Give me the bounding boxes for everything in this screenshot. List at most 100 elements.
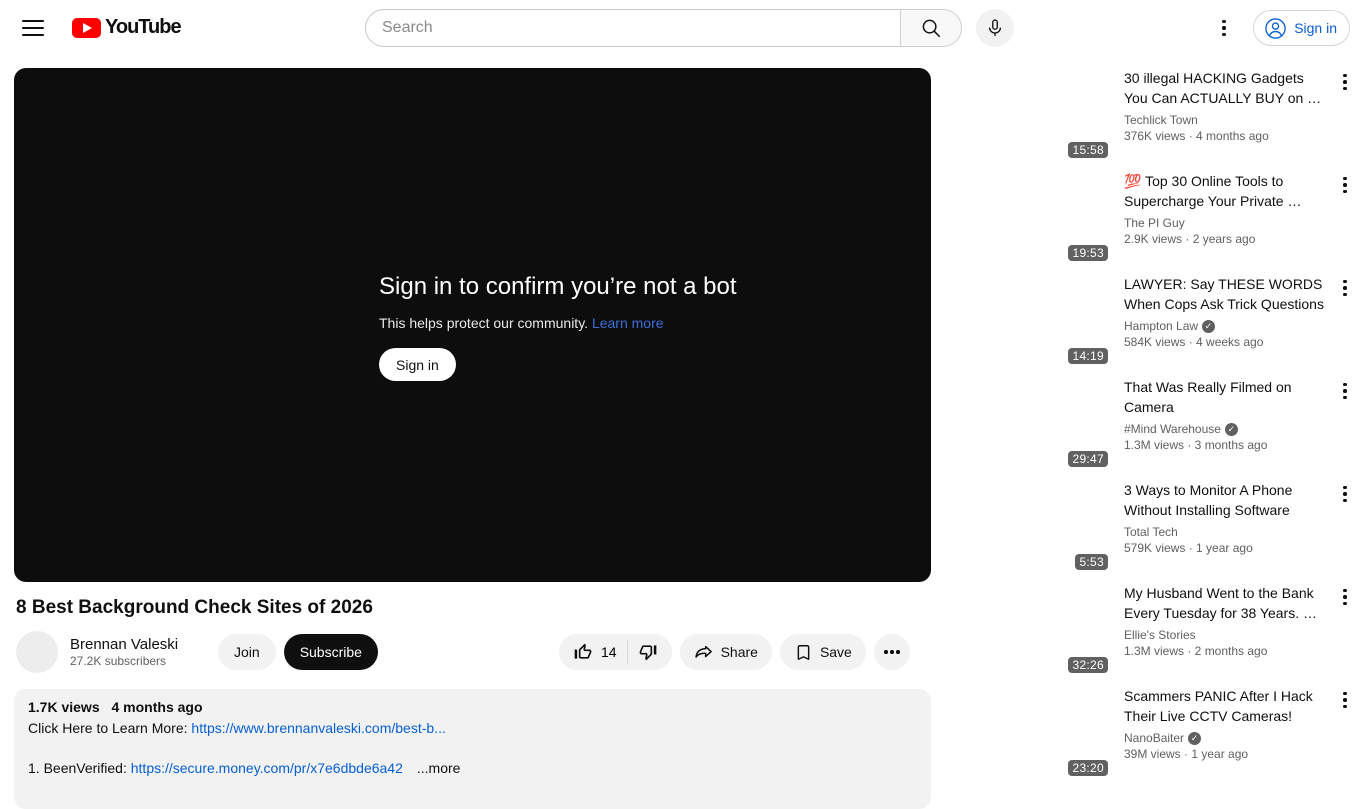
- thumbs-up-icon: [573, 642, 593, 662]
- youtube-logo[interactable]: YouTube: [72, 16, 182, 39]
- sidebar-video-channel: Ellie's Stories: [1124, 628, 1196, 642]
- sidebar-video-meta: 2.9K views · 2 years ago: [1124, 232, 1256, 246]
- person-icon: [1264, 17, 1287, 40]
- show-more-label[interactable]: ...more: [417, 760, 461, 776]
- sidebar-video-channel: NanoBaiter ✓: [1124, 731, 1330, 745]
- sidebar-video-channel: The PI Guy: [1124, 216, 1185, 230]
- sidebar-video-channel: Hampton Law ✓: [1124, 319, 1330, 333]
- description-line-1: Click Here to Learn More: https://www.br…: [28, 720, 446, 736]
- kebab-icon: [1343, 485, 1347, 503]
- duration-badge: 29:47: [1068, 451, 1108, 467]
- join-button[interactable]: Join: [218, 634, 276, 670]
- ellipsis-icon: [884, 650, 888, 654]
- kebab-icon: [1343, 176, 1347, 194]
- video-kebab-menu[interactable]: [1334, 689, 1356, 711]
- sidebar-video-title[interactable]: 30 illegal HACKING Gadgets You Can ACTUA…: [1124, 68, 1330, 108]
- save-button[interactable]: Save: [779, 634, 866, 670]
- video-thumbnail[interactable]: 19:53: [944, 171, 1112, 265]
- search-button[interactable]: [900, 9, 962, 47]
- video-thumbnail[interactable]: 23:20: [944, 686, 1112, 780]
- duration-badge: 14:19: [1068, 348, 1108, 364]
- channel-avatar[interactable]: [16, 631, 58, 673]
- verified-badge-icon: ✓: [1202, 319, 1216, 333]
- sidebar-video-meta: 1.3M views · 2 months ago: [1124, 644, 1268, 658]
- video-player[interactable]: Sign in to confirm you’re not a bot This…: [14, 68, 931, 582]
- video-title: 8 Best Background Check Sites of 2026: [16, 597, 373, 618]
- dislike-button[interactable]: [628, 634, 672, 670]
- description-link-1[interactable]: https://www.brennanvaleski.com/best-b...: [191, 720, 445, 736]
- sidebar-video-item[interactable]: 23:20 Scammers PANIC After I Hack Their …: [944, 686, 1356, 780]
- sidebar-video-title[interactable]: That Was Really Filmed on Camera: [1124, 377, 1330, 417]
- voice-search-button[interactable]: [976, 9, 1014, 47]
- video-kebab-menu[interactable]: [1334, 277, 1356, 299]
- video-thumbnail[interactable]: 32:26: [944, 583, 1112, 677]
- sidebar-video-list: 15:58 30 illegal HACKING Gadgets You Can…: [944, 68, 1356, 789]
- player-message-subtitle: This helps protect our community.: [379, 315, 589, 331]
- microphone-icon: [985, 18, 1005, 38]
- like-count: 14: [601, 644, 617, 660]
- video-kebab-menu[interactable]: [1334, 586, 1356, 608]
- search-input[interactable]: [365, 9, 900, 47]
- description-meta: 1.7K views 4 months ago: [28, 699, 917, 715]
- subscribe-button[interactable]: Subscribe: [283, 634, 378, 670]
- sidebar-video-item[interactable]: 14:19 LAWYER: Say THESE WORDS When Cops …: [944, 274, 1356, 368]
- kebab-icon: [1343, 382, 1347, 400]
- duration-badge: 23:20: [1068, 760, 1108, 776]
- youtube-play-icon: [72, 17, 101, 38]
- video-thumbnail[interactable]: 15:58: [944, 68, 1112, 162]
- search-icon: [920, 17, 942, 39]
- sidebar-video-title[interactable]: 3 Ways to Monitor A Phone Without Instal…: [1124, 480, 1330, 520]
- menu-icon[interactable]: [22, 17, 44, 39]
- bookmark-icon: [794, 643, 813, 662]
- kebab-icon: [1343, 279, 1347, 297]
- like-button[interactable]: 14: [559, 634, 627, 670]
- header-kebab-menu[interactable]: [1212, 16, 1236, 40]
- kebab-icon: [1343, 588, 1347, 606]
- video-thumbnail[interactable]: 14:19: [944, 274, 1112, 368]
- duration-badge: 19:53: [1068, 245, 1108, 261]
- video-kebab-menu[interactable]: [1334, 483, 1356, 505]
- share-button[interactable]: Share: [679, 634, 772, 670]
- sidebar-video-item[interactable]: 5:53 3 Ways to Monitor A Phone Without I…: [944, 480, 1356, 574]
- sidebar-video-channel: Techlick Town: [1124, 113, 1198, 127]
- kebab-icon: [1343, 73, 1347, 91]
- sidebar-video-title[interactable]: LAWYER: Say THESE WORDS When Cops Ask Tr…: [1124, 274, 1330, 314]
- video-thumbnail[interactable]: 29:47: [944, 377, 1112, 471]
- sidebar-video-item[interactable]: 29:47 That Was Really Filmed on Camera #…: [944, 377, 1356, 471]
- learn-more-link[interactable]: Learn more: [592, 315, 664, 331]
- video-kebab-menu[interactable]: [1334, 380, 1356, 402]
- top-navbar: YouTube Search Sign in: [0, 0, 1366, 56]
- sidebar-video-title[interactable]: Scammers PANIC After I Hack Their Live C…: [1124, 686, 1330, 726]
- sidebar-video-item[interactable]: 32:26 My Husband Went to the Bank Every …: [944, 583, 1356, 677]
- sidebar-video-item[interactable]: 19:53 💯 Top 30 Online Tools to Superchar…: [944, 171, 1356, 265]
- description-link-2[interactable]: https://secure.money.com/pr/x7e6dbde6a42: [131, 760, 403, 776]
- share-icon: [694, 642, 714, 662]
- video-kebab-menu[interactable]: [1334, 174, 1356, 196]
- sidebar-video-meta: 579K views · 1 year ago: [1124, 541, 1253, 555]
- share-label: Share: [720, 644, 758, 660]
- player-message-title: Sign in to confirm you’re not a bot: [379, 273, 737, 300]
- duration-badge: 15:58: [1068, 142, 1108, 158]
- verified-badge-icon: ✓: [1188, 731, 1202, 745]
- duration-badge: 32:26: [1068, 657, 1108, 673]
- description-box[interactable]: 1.7K views 4 months ago Click Here to Le…: [14, 689, 931, 809]
- more-actions-button[interactable]: [873, 634, 910, 670]
- sidebar-video-meta: 1.3M views · 3 months ago: [1124, 438, 1268, 452]
- sidebar-video-channel: Total Tech: [1124, 525, 1178, 539]
- sidebar-video-meta: 584K views · 4 weeks ago: [1124, 335, 1264, 349]
- header-signin-label: Sign in: [1294, 20, 1337, 36]
- channel-subscriber-count: 27.2K subscribers: [70, 654, 167, 668]
- sidebar-video-meta: 376K views · 4 months ago: [1124, 129, 1269, 143]
- sidebar-video-title[interactable]: 💯 Top 30 Online Tools to Supercharge You…: [1124, 171, 1330, 211]
- kebab-icon: [1343, 691, 1347, 709]
- channel-name[interactable]: Brennan Valeski: [70, 636, 196, 653]
- sidebar-video-title[interactable]: My Husband Went to the Bank Every Tuesda…: [1124, 583, 1330, 623]
- search-bar: [365, 9, 1014, 47]
- sidebar-video-item[interactable]: 15:58 30 illegal HACKING Gadgets You Can…: [944, 68, 1356, 162]
- upload-age: 4 months ago: [111, 699, 203, 715]
- video-thumbnail[interactable]: 5:53: [944, 480, 1112, 574]
- player-signin-button[interactable]: Sign in: [379, 348, 456, 381]
- header-signin-button[interactable]: Sign in: [1253, 10, 1350, 46]
- video-kebab-menu[interactable]: [1334, 71, 1356, 93]
- youtube-logo-text: YouTube: [105, 16, 182, 38]
